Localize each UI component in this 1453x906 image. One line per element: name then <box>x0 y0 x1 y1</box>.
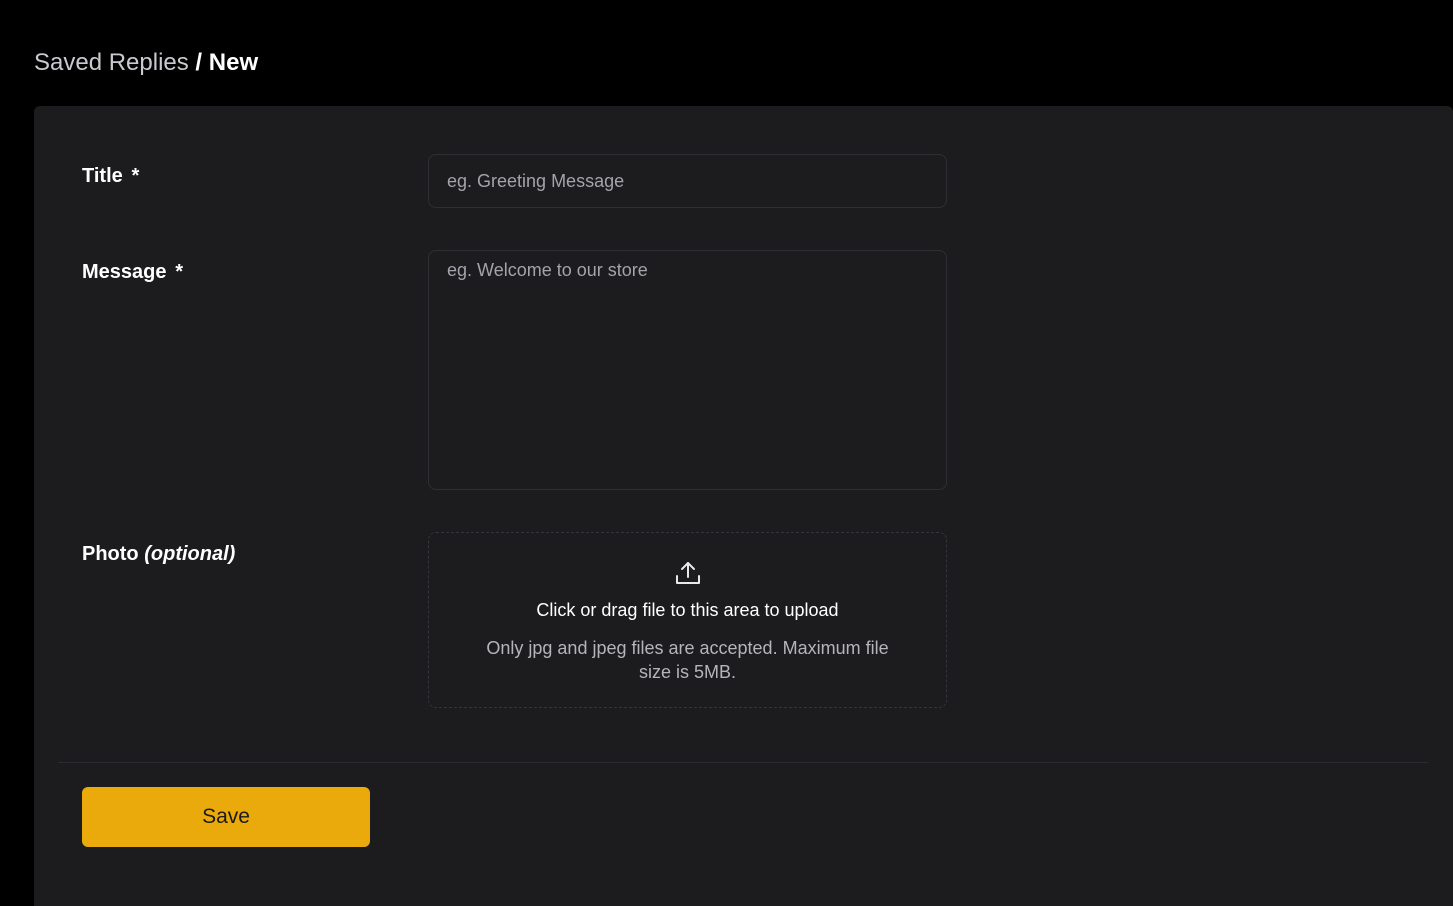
upload-title: Click or drag file to this area to uploa… <box>536 600 839 620</box>
breadcrumb: Saved Replies / New <box>34 48 258 78</box>
form-panel: Title * Message * Photo (optional) Click o… <box>34 106 1453 906</box>
form-divider <box>58 762 1428 763</box>
upload-hint: Only jpg and jpeg files are accepted. Ma… <box>486 638 889 682</box>
title-label-text: Title <box>82 165 123 187</box>
title-label: Title * <box>82 165 139 188</box>
photo-label-text: Photo <box>82 543 139 565</box>
message-label-text: Message <box>82 261 167 283</box>
breadcrumb-parent-link[interactable]: Saved Replies <box>34 49 189 76</box>
breadcrumb-separator: / <box>188 49 209 76</box>
save-button[interactable]: Save <box>82 787 370 847</box>
title-required-mark: * <box>130 165 139 187</box>
upload-icon <box>676 562 700 584</box>
message-textarea[interactable] <box>428 250 947 490</box>
breadcrumb-current: New <box>208 49 259 76</box>
photo-upload-dropzone[interactable]: Click or drag file to this area to uploa… <box>428 532 947 708</box>
title-input[interactable] <box>428 154 947 208</box>
message-label: Message * <box>82 261 182 284</box>
message-required-mark: * <box>174 261 183 283</box>
photo-optional-text: (optional) <box>144 543 236 565</box>
photo-label: Photo (optional) <box>82 543 235 566</box>
